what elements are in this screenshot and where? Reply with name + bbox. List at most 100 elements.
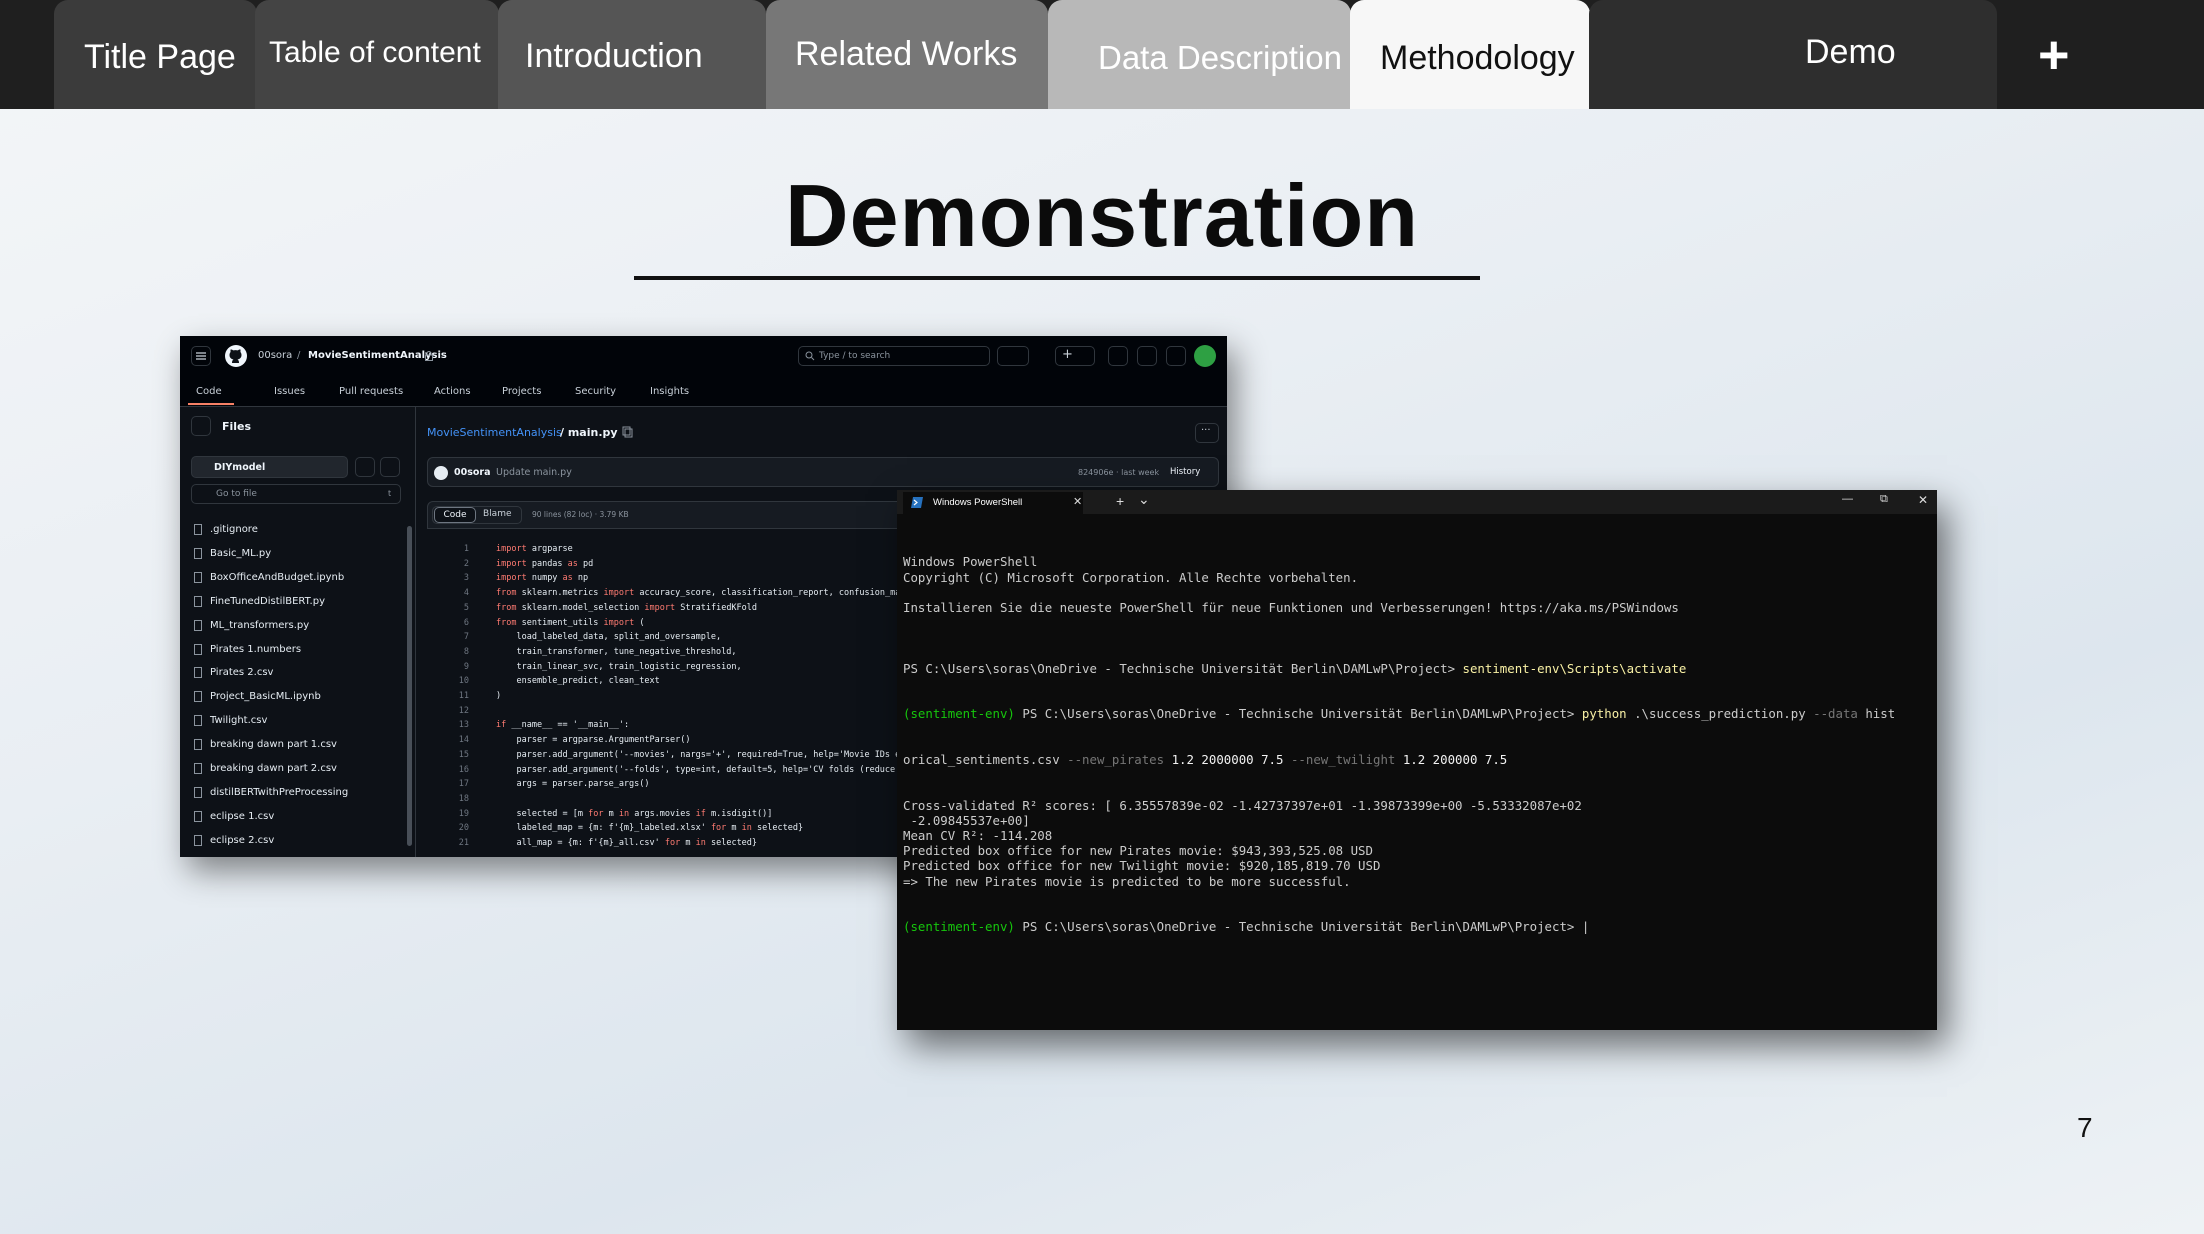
file-tree-item[interactable]: ML_transformers.py [193,619,309,631]
search-files-icon[interactable] [380,457,400,477]
tab-close-icon[interactable]: ✕ [1073,495,1082,508]
files-heading: Files [222,420,252,433]
venv-label: (sentiment-env) [903,706,1023,722]
file-tree-item[interactable]: Pirates 2.csv [193,667,273,679]
tab-label: Demo [1805,33,1896,71]
file-tree-item[interactable]: Pirates 1.numbers [193,643,301,655]
code-line: all_map = {m: f'{m}_all.csv' for m in se… [496,838,758,848]
github-search-input[interactable]: Type / to search [798,346,990,366]
code-line: train_linear_svc, train_logistic_regress… [496,661,742,672]
code-line: selected = [m for m in args.movies if m.… [496,808,773,819]
active-tab-underline [188,403,234,405]
issues-icon[interactable] [1108,346,1128,366]
window-close-icon[interactable]: ✕ [1918,493,1928,507]
line-number: 5 [463,602,469,613]
prompt-path: PS C:\Users\soras\OneDrive - Technische … [1022,919,1590,935]
hamburger-menu-icon[interactable] [191,346,211,366]
file-tree-item[interactable]: eclipse 2.csv [193,834,274,846]
command-text: sentiment-env\Scripts\activate [1462,660,1687,676]
tab-table-of-content[interactable]: Table of content [255,0,499,109]
line-number: 18 [458,793,469,804]
collapse-sidebar-icon[interactable] [191,416,211,436]
sidebar-scrollbar[interactable] [407,526,412,846]
line-number: 10 [458,676,469,687]
tab-pull-requests[interactable]: Pull requests [339,386,403,397]
line-number: 21 [458,838,469,848]
tab-actions[interactable]: Actions [434,386,471,397]
cli-flag: --new_twilight [1290,752,1396,768]
code-line: import numpy as np [496,573,589,584]
tab-issues[interactable]: Issues [274,386,305,397]
line-number: 13 [458,720,469,731]
github-logo-icon[interactable] [224,344,248,368]
code-blame-toggle: Code Blame [432,506,522,524]
maximize-icon[interactable]: ⧉ [1880,493,1888,506]
tab-methodology[interactable]: Methodology [1350,0,1590,109]
code-line: from sklearn.metrics import accuracy_sco… [496,588,921,599]
commit-author[interactable]: 00sora [454,467,491,478]
branch-name: DIYmodel [214,462,266,473]
prompt-path: PS C:\Users\soras\OneDrive - Technische … [1022,706,1582,722]
file-tree-item[interactable]: breaking dawn part 2.csv [194,763,337,774]
tab-demo[interactable]: Demo [1589,0,1997,109]
tab-security[interactable]: Security [575,386,616,397]
file-tree-item[interactable]: Project_BasicML.ipynb [194,691,321,703]
tab-label: Data Description [1098,39,1342,76]
tab-related-works[interactable]: Related Works [766,0,1048,109]
repo-owner-link[interactable]: 00sora [258,350,292,361]
cli-value: 1.2 200000 7.5 [1395,752,1508,768]
search-icon [805,351,815,361]
add-file-icon[interactable] [355,457,375,477]
create-new-plus-icon[interactable]: + [1055,346,1095,366]
path-repo-link[interactable]: MovieSentimentAnalysis [427,426,562,439]
commit-hash[interactable]: 824906e · last week [1078,468,1159,477]
new-tab-icon[interactable]: + [1116,493,1124,509]
line-number: 14 [458,735,469,746]
terminal-command-line-3: (sentiment-env) PS C:\Users\soras\OneDri… [903,919,1933,934]
tab-title-page[interactable]: Title Page [54,0,257,109]
file-tree-item[interactable]: FineTunedDistilBERT.py [194,595,325,607]
branch-selector[interactable]: DIYmodel [191,456,348,478]
file-tree-item[interactable]: BoxOfficeAndBudget.ipynb [193,571,344,583]
commit-message[interactable]: Update main.py [496,467,572,478]
file-tree-item[interactable]: eclipse 1.csv [193,810,274,822]
script-path: .\success_prediction.py [1626,706,1814,722]
file-tree-item[interactable]: .gitignore [194,524,258,535]
repo-nav-tabs: Code Issues Pull requests Actions Projec… [180,376,1227,407]
minimize-icon[interactable]: — [1842,493,1853,505]
lock-icon [425,351,433,361]
line-number: 15 [458,749,469,760]
line-number: 11 [458,691,469,701]
chevron-down-icon[interactable]: ⌄ [1138,491,1150,508]
tab-insights[interactable]: Insights [650,386,689,397]
tab-data-description[interactable]: Data Description [1048,0,1351,109]
copy-path-icon[interactable] [622,426,634,438]
add-tab-plus-icon[interactable]: + [2038,28,2070,82]
file-meta: 90 lines (82 loc) · 3.79 KB [532,510,629,519]
cli-value: orical_sentiments.csv [903,752,1068,768]
file-tree-item[interactable]: breaking dawn part 1.csv [194,739,337,751]
avatar[interactable] [1194,345,1216,367]
line-number: 4 [463,588,469,599]
file-tree-item[interactable]: Basic_ML.py [193,547,271,559]
inbox-icon[interactable] [1166,346,1186,366]
code-view-button[interactable]: Code [434,507,476,523]
pull-requests-icon[interactable] [1137,346,1157,366]
more-options-icon[interactable]: ··· [1195,423,1219,443]
blame-view-button[interactable]: Blame [483,509,512,519]
tab-projects[interactable]: Projects [502,386,541,397]
go-to-file-input[interactable]: Go to file t [191,484,401,504]
terminal-output[interactable]: Windows PowerShell Copyright (C) Microsof… [903,524,1933,965]
powershell-window: Windows PowerShell ✕ + ⌄ — ⧉ ✕ Windows P… [897,490,1937,1030]
tab-code[interactable]: Code [196,386,222,397]
file-tree-item[interactable]: Twilight.csv [193,715,267,727]
copilot-icon[interactable] [997,346,1029,366]
line-number: 2 [463,558,469,569]
history-button[interactable]: History [1170,467,1200,477]
terminal-tab[interactable]: Windows PowerShell ✕ [903,492,1083,514]
file-tree-item[interactable]: distilBERTwithPreProcessing [193,786,348,798]
breadcrumb-separator: / [297,350,301,361]
terminal-tab-title: Windows PowerShell [933,497,1023,508]
tab-introduction[interactable]: Introduction [498,0,766,109]
